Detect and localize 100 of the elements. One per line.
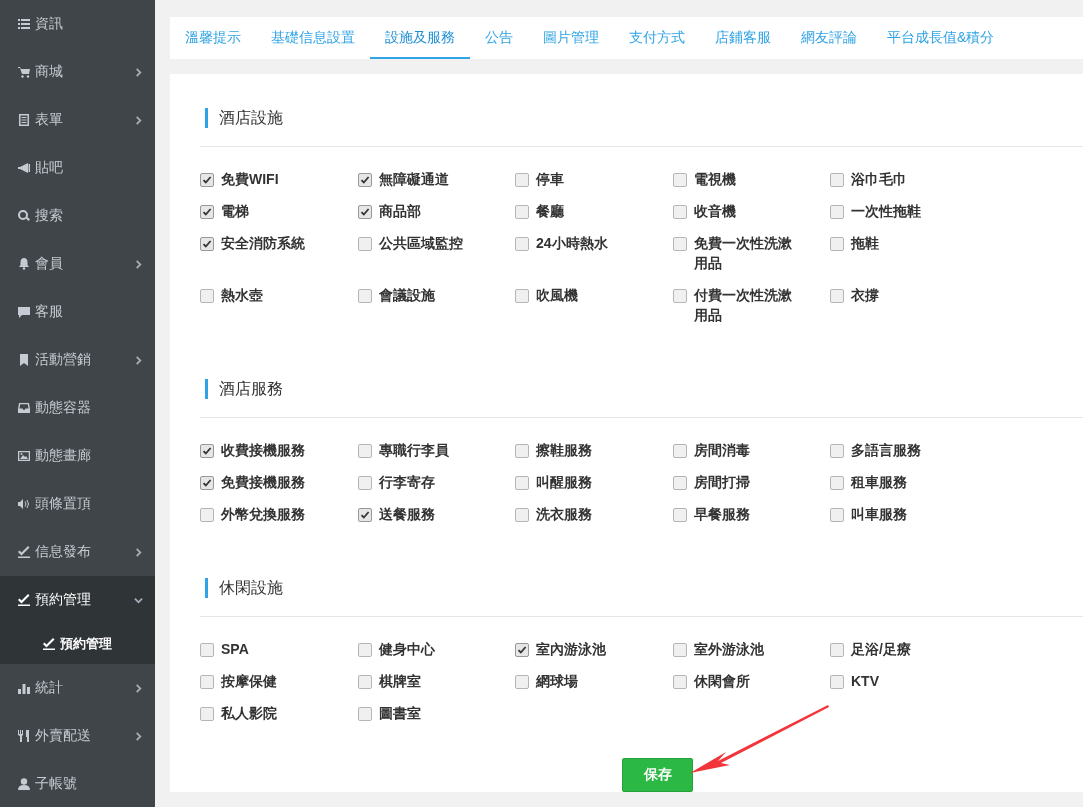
checkbox-label: 收費接機服務: [221, 441, 305, 460]
checkbox-label: 租車服務: [851, 473, 907, 492]
checkbox[interactable]: [200, 237, 214, 251]
checkbox[interactable]: [672, 476, 687, 490]
bar-chart-icon: [18, 682, 30, 694]
checkbox-label: 熱水壺: [221, 286, 263, 305]
checkbox[interactable]: [357, 476, 372, 490]
checkbox-label: 健身中心: [378, 640, 435, 659]
sidebar-item[interactable]: 資訊: [0, 0, 155, 48]
chat-bubble-icon: [18, 306, 30, 318]
checkbox-label: KTV: [851, 672, 879, 691]
list-icon: [18, 18, 30, 30]
checkbox[interactable]: [515, 643, 529, 657]
checkbox[interactable]: [515, 444, 529, 458]
sidebar-item[interactable]: 貼吧: [0, 144, 155, 192]
checkbox[interactable]: [672, 237, 687, 251]
checkbox[interactable]: [357, 508, 372, 522]
image-icon: [18, 450, 30, 462]
checkbox[interactable]: [672, 205, 687, 219]
sidebar-item[interactable]: 客服: [0, 288, 155, 336]
checkbox[interactable]: [830, 675, 844, 689]
checkbox[interactable]: [830, 508, 844, 522]
checkbox[interactable]: [200, 205, 214, 219]
section-title: 酒店設施: [205, 108, 1083, 128]
checkbox[interactable]: [830, 205, 844, 219]
sidebar-item[interactable]: 表單: [0, 96, 155, 144]
checkmark-icon: [43, 638, 55, 650]
section-title: 酒店服務: [205, 379, 1083, 399]
checkbox[interactable]: [357, 444, 372, 458]
checkbox[interactable]: [515, 205, 529, 219]
checkbox[interactable]: [357, 707, 372, 721]
checkbox[interactable]: [200, 444, 214, 458]
checkbox-label: 室內游泳池: [536, 640, 606, 659]
checkbox-label: 無障礙通道: [378, 170, 449, 189]
checkbox[interactable]: [672, 643, 687, 657]
checkbox[interactable]: [830, 444, 844, 458]
checkbox[interactable]: [672, 675, 687, 689]
sidebar-item[interactable]: 信息發布: [0, 528, 155, 576]
sidebar-item[interactable]: 活動營銷: [0, 336, 155, 384]
checkbox[interactable]: [515, 289, 529, 303]
checkbox[interactable]: [200, 476, 214, 490]
checkbox[interactable]: [200, 508, 214, 522]
search-icon: [18, 210, 30, 222]
checkbox[interactable]: [830, 173, 844, 187]
checkbox[interactable]: [672, 444, 687, 458]
checkbox[interactable]: [357, 173, 372, 187]
checkbox[interactable]: [830, 643, 844, 657]
submenu-item[interactable]: 預約管理: [0, 624, 155, 664]
checkbox[interactable]: [830, 237, 844, 251]
checkbox[interactable]: [515, 675, 529, 689]
checkbox[interactable]: [830, 476, 844, 490]
checkbox[interactable]: [515, 173, 529, 187]
checkbox[interactable]: [672, 289, 687, 303]
checkbox[interactable]: [200, 707, 214, 721]
form-icon: [18, 114, 30, 126]
checkbox[interactable]: [200, 289, 214, 303]
inbox-icon: [18, 402, 30, 414]
checkbox[interactable]: [515, 476, 529, 490]
checkbox[interactable]: [200, 643, 214, 657]
checkbox[interactable]: [200, 173, 214, 187]
sidebar-item[interactable]: 外賣配送: [0, 712, 155, 760]
checkbox[interactable]: [672, 508, 687, 522]
sidebar-item[interactable]: 商城: [0, 48, 155, 96]
checkbox[interactable]: [515, 237, 529, 251]
sidebar-item[interactable]: 動態畫廊: [0, 432, 155, 480]
checkbox-label: 網球場: [536, 672, 578, 691]
checkbox-label: 餐廳: [536, 202, 564, 221]
cart-icon: [18, 66, 30, 78]
checkbox-label: 電視機: [693, 170, 736, 189]
checkbox-label: 免費一次性洗漱用品: [693, 234, 793, 273]
sidebar-item[interactable]: 搜索: [0, 192, 155, 240]
checkbox-label: 私人影院: [221, 704, 277, 723]
checkbox[interactable]: [357, 675, 372, 689]
cutlery-icon: [18, 730, 30, 742]
checkbox[interactable]: [357, 643, 372, 657]
sidebar-item[interactable]: 預約管理: [0, 576, 155, 624]
checkbox-label: 房間消毒: [693, 441, 750, 460]
checkbox-label: 會議設施: [378, 286, 435, 305]
speaker-icon: [18, 498, 30, 510]
checkbox[interactable]: [357, 205, 372, 219]
checkbox[interactable]: [357, 237, 372, 251]
section-title: 休閑設施: [205, 578, 1083, 598]
checkbox[interactable]: [200, 675, 214, 689]
checkbox[interactable]: [515, 508, 529, 522]
checkbox-label: 電梯: [221, 202, 249, 221]
checkbox-label: 洗衣服務: [536, 505, 592, 524]
checkbox-label: 安全消防系統: [221, 234, 305, 253]
bookmark-icon: [18, 354, 30, 366]
sidebar-item[interactable]: 子帳號: [0, 760, 155, 807]
checkbox[interactable]: [672, 173, 687, 187]
checkbox-label: 叫車服務: [851, 505, 907, 524]
sidebar-item[interactable]: 動態容器: [0, 384, 155, 432]
checkbox-label: 行李寄存: [378, 473, 435, 492]
sidebar-item[interactable]: 會員: [0, 240, 155, 288]
checkbox[interactable]: [830, 289, 844, 303]
sidebar-item[interactable]: 統計: [0, 664, 155, 712]
checkbox[interactable]: [357, 289, 372, 303]
tab[interactable]: 設施及服務: [370, 17, 470, 59]
checkbox-label: SPA: [221, 640, 249, 659]
sidebar-item[interactable]: 頭條置頂: [0, 480, 155, 528]
